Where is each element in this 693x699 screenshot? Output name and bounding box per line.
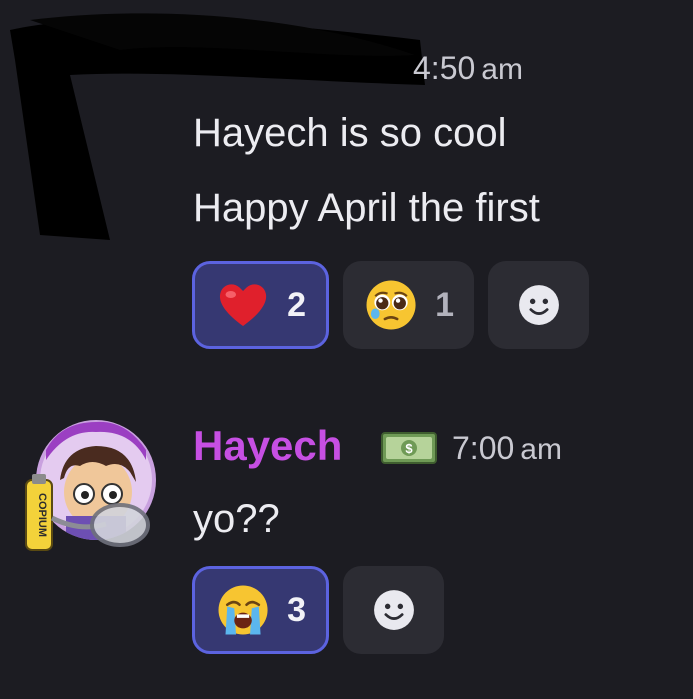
message-timestamp: 4:50 am (413, 50, 523, 86)
pleading-face-icon (366, 280, 416, 330)
message-timestamp: 7:00 am (452, 430, 562, 466)
smile-icon (518, 285, 559, 325)
username[interactable]: Hayech (193, 422, 342, 470)
dollar-banknote-icon: $ (381, 432, 437, 464)
copium-decoration: COPIUM (25, 474, 150, 551)
red-heart-icon (219, 284, 267, 327)
reaction-heart[interactable]: 2 (192, 261, 329, 349)
svg-text:$: $ (405, 441, 413, 456)
add-reaction-button[interactable] (343, 566, 444, 654)
reaction-bar: 3 (192, 566, 444, 654)
message-line: Hayech is so cool (193, 111, 507, 155)
loudly-crying-face-icon (218, 585, 268, 635)
reaction-bar: 2 1 (192, 261, 589, 349)
message-line: Happy April the first (193, 186, 540, 230)
smile-icon (373, 590, 414, 630)
reaction-pleading[interactable]: 1 (343, 261, 474, 349)
svg-text:COPIUM: COPIUM (36, 493, 48, 537)
reaction-count: 1 (435, 285, 454, 324)
reaction-count: 2 (287, 285, 306, 324)
reaction-crying[interactable]: 3 (192, 566, 329, 654)
reaction-count: 3 (287, 590, 306, 629)
message-line: yo?? (193, 497, 280, 541)
add-reaction-button[interactable] (488, 261, 589, 349)
